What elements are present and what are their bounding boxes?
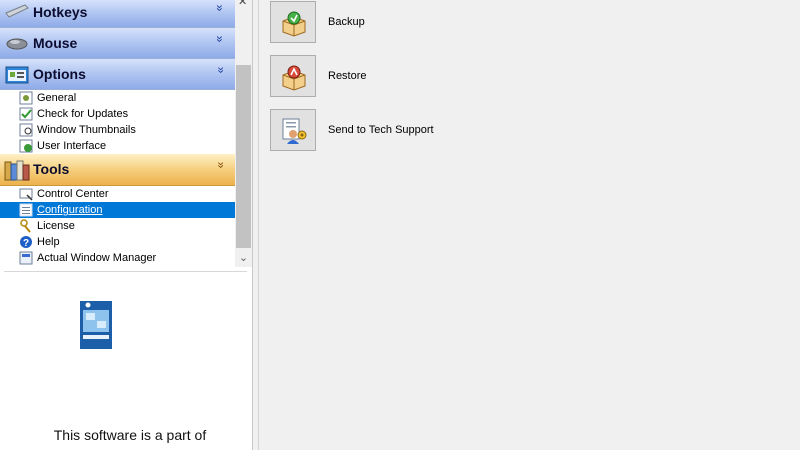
chevron-up-icon[interactable]: «: [213, 160, 227, 170]
group-label: Tools: [33, 161, 70, 177]
tree-item-configuration[interactable]: Configuration: [0, 202, 235, 218]
send-to-tech-support-button[interactable]: [270, 109, 316, 151]
scroll-thumb[interactable]: [236, 65, 251, 248]
item-label: Actual Window Manager: [37, 252, 157, 264]
action-label: Send to Tech Support: [328, 124, 434, 136]
close-icon[interactable]: ✕: [238, 0, 247, 8]
tree-item-control-center[interactable]: Control Center: [0, 186, 235, 202]
keyboard-icon: [5, 3, 29, 23]
group-label: Options: [33, 66, 86, 82]
backup-box-icon: [282, 11, 306, 37]
app-window-icon: [19, 251, 34, 265]
chevron-up-icon[interactable]: «: [213, 65, 227, 75]
item-label: Window Thumbnails: [37, 124, 136, 136]
tree-scrollbar[interactable]: ⌄: [235, 0, 252, 267]
settings-tree: Hotkeys » Mouse » Options « General Chec…: [0, 0, 235, 267]
options-window-icon: [5, 65, 29, 85]
action-label: Backup: [328, 16, 365, 28]
tree-item-user-interface[interactable]: User Interface: [0, 138, 235, 154]
tree-item-actual-window-manager[interactable]: Actual Window Manager: [0, 250, 235, 266]
item-label: License: [37, 220, 75, 232]
backup-button[interactable]: [270, 1, 316, 43]
item-label: Help: [37, 236, 60, 248]
group-header-tools[interactable]: Tools «: [0, 154, 235, 186]
tree-item-window-thumbnails[interactable]: Window Thumbnails: [0, 122, 235, 138]
product-box-image: [78, 300, 114, 350]
tree-item-help[interactable]: ? Help: [0, 234, 235, 250]
content-pane: Backup Restore Send to Tech Support: [258, 0, 800, 450]
item-label: User Interface: [37, 140, 107, 152]
group-header-hotkeys[interactable]: Hotkeys »: [0, 0, 235, 28]
item-label: Check for Updates: [37, 108, 129, 120]
restore-action[interactable]: Restore: [270, 55, 570, 99]
backup-action[interactable]: Backup: [270, 1, 570, 45]
item-label: Configuration: [37, 204, 103, 216]
check-updates-icon: [19, 107, 34, 121]
chevron-down-icon[interactable]: »: [213, 3, 227, 13]
control-center-icon: [19, 187, 34, 201]
help-icon: ?: [19, 235, 34, 249]
restore-button[interactable]: [270, 55, 316, 97]
tree-item-check-for-updates[interactable]: Check for Updates: [0, 106, 235, 122]
window-thumbnails-icon: [19, 123, 34, 137]
promo-text: This software is a part of: [53, 427, 207, 443]
restore-box-icon: [282, 65, 306, 91]
tools-books-icon: [3, 158, 31, 182]
configuration-icon: [19, 203, 34, 217]
group-header-options[interactable]: Options «: [0, 59, 235, 90]
group-label: Hotkeys: [33, 4, 88, 20]
group-header-mouse[interactable]: Mouse »: [0, 28, 235, 59]
general-settings-icon: [19, 91, 34, 105]
options-items: General Check for Updates Window Thumbna…: [0, 90, 235, 154]
tree-item-license[interactable]: License: [0, 218, 235, 234]
send-support-icon: [282, 118, 307, 144]
svg-text:?: ?: [23, 238, 29, 249]
navigation-pane: Hotkeys » Mouse » Options « General Chec…: [0, 0, 253, 450]
item-label: General: [37, 92, 77, 104]
send-to-tech-support-action[interactable]: Send to Tech Support: [270, 109, 570, 153]
item-label: Control Center: [37, 188, 109, 200]
group-label: Mouse: [33, 35, 78, 51]
tools-items: Control Center Configuration License ? H…: [0, 186, 235, 266]
chevron-down-icon[interactable]: »: [213, 34, 227, 44]
scroll-down-arrow-icon[interactable]: ⌄: [235, 250, 252, 267]
action-label: Restore: [328, 70, 367, 82]
mouse-icon: [5, 37, 29, 57]
tree-item-general[interactable]: General: [0, 90, 235, 106]
license-key-icon: [19, 219, 34, 233]
user-interface-icon: [19, 139, 34, 153]
pane-divider: [4, 271, 247, 272]
